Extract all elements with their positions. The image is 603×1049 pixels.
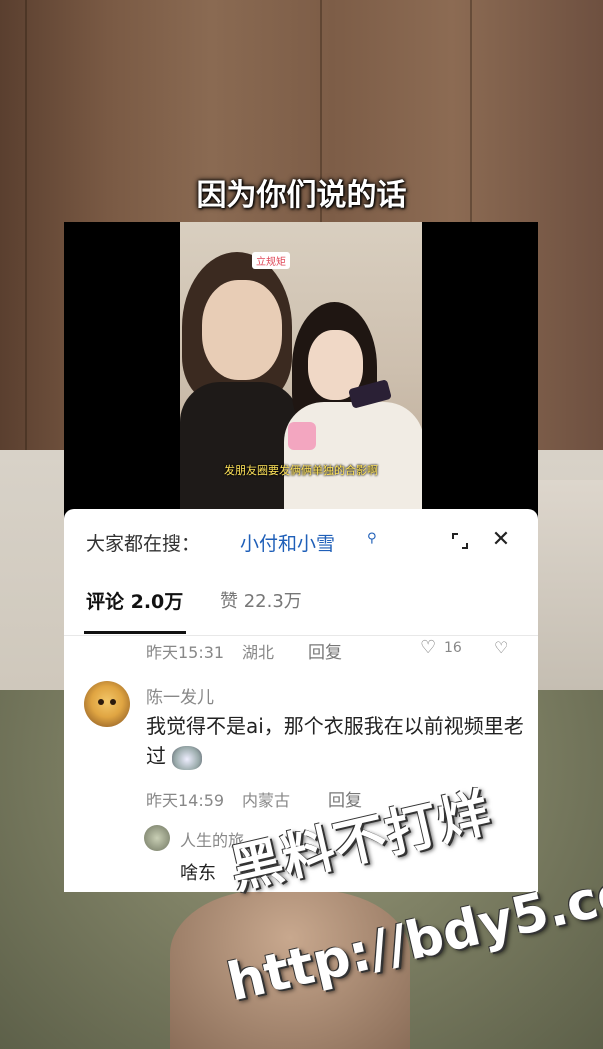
comment-panel: 大家都在搜： 小付和小雪 ⚲ ✕ 评论 2.0万 赞 22.3万 昨天15:31… [64, 509, 538, 892]
tab-comments[interactable]: 评论 2.0万 [86, 587, 183, 614]
reply-button[interactable]: 回复 [308, 638, 342, 663]
husky-emoji-icon [172, 745, 203, 770]
search-suggestion-bar[interactable]: 大家都在搜： 小付和小雪 ⚲ ✕ [64, 509, 538, 573]
comment-body: 我觉得不是ai，那个衣服我在以前视频里老过 [146, 714, 524, 768]
search-icon[interactable]: ⚲ [367, 531, 377, 546]
avatar[interactable] [84, 681, 130, 727]
expand-icon[interactable] [450, 531, 470, 551]
avatar-eye [98, 699, 104, 705]
avatar-eye [110, 699, 116, 705]
embedded-video[interactable]: 立规矩 发朋友圈要发俩俩单独的合影啊 [64, 222, 538, 522]
person-face [170, 890, 410, 1049]
close-icon[interactable]: ✕ [490, 529, 512, 551]
comment-tabs: 评论 2.0万 赞 22.3万 [64, 579, 538, 636]
comment-username[interactable]: 陈一发儿 [146, 683, 214, 708]
dislike-icon[interactable]: ♡ [494, 638, 508, 657]
reply-text: 啥东 [180, 863, 216, 884]
comment-text: 我觉得不是ai，那个衣服我在以前视频里老过 [146, 711, 526, 771]
search-suggestion-label: 大家都在搜： [86, 533, 201, 555]
wall-seam [25, 0, 27, 520]
person-face [202, 280, 282, 380]
comment-location: 湖北 [242, 643, 275, 662]
comment-time: 昨天15:31 [146, 643, 225, 662]
video-subtitle: 发朋友圈要发俩俩单独的合影啊 [224, 464, 378, 477]
video-tag: 立规矩 [252, 252, 290, 269]
reply-username[interactable]: 人生的旅 [180, 827, 244, 851]
comment-location: 内蒙古 [242, 791, 291, 810]
avatar[interactable] [144, 825, 170, 851]
person-body [180, 382, 300, 522]
video-caption: 因为你们说的话 [196, 178, 407, 213]
sticker [288, 422, 316, 450]
embedded-video-frame: 立规矩 发朋友圈要发俩俩单独的合影啊 [180, 222, 422, 522]
reply-button[interactable]: 回复 [328, 786, 362, 811]
active-tab-indicator [84, 631, 186, 634]
heart-icon[interactable]: ♡ [420, 637, 436, 658]
comment-time: 昨天14:59 [146, 791, 225, 810]
search-suggestion-term[interactable]: 小付和小雪 [240, 529, 335, 556]
tab-likes[interactable]: 赞 22.3万 [220, 587, 302, 613]
like-count: 16 [444, 640, 462, 656]
